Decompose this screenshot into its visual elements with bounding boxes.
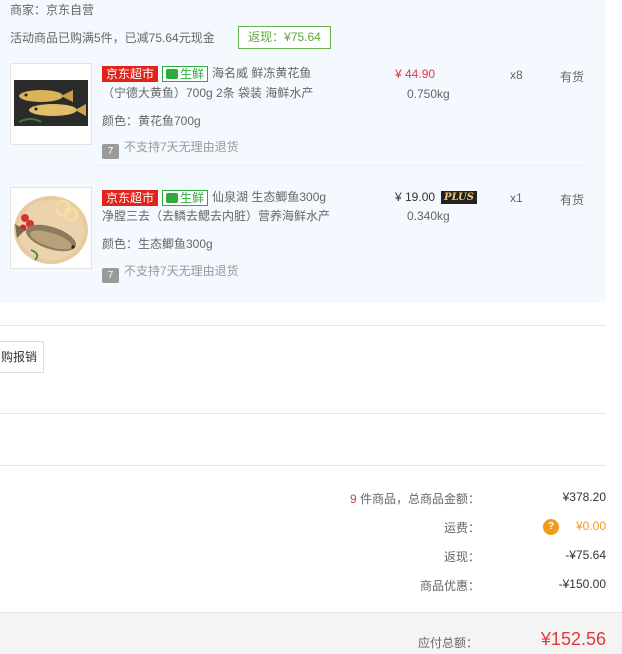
cashback-badge: 返现：¥75.64 xyxy=(238,26,331,49)
no-return-text: 不支持7天无理由退货 xyxy=(124,264,239,278)
product-quantity: x8 xyxy=(510,68,523,82)
goods-total-value: ¥378.20 xyxy=(562,490,606,504)
stock-status: 有货 xyxy=(560,193,585,207)
no-return-notice: 7 不支持7天无理由退货 xyxy=(102,262,239,283)
product-title-line1: 仙泉湖 生态鲫鱼300g xyxy=(212,190,327,204)
goods-total-row: 9 件商品，总商品金额： ¥378.20 xyxy=(0,490,606,510)
product-quantity: x1 xyxy=(510,191,523,205)
product-price: ¥ 19.00 PLUS xyxy=(395,190,477,204)
merchant-label: 商家：京东自营 xyxy=(10,3,95,17)
cashback-row: 返现： -¥75.64 xyxy=(0,548,606,568)
fresh-tag: 生鲜 xyxy=(162,189,209,206)
product-title-line1: 海名威 鲜冻黄花鱼 xyxy=(212,66,312,80)
payable-total-bar: 应付总额： ¥152.56 xyxy=(0,612,622,654)
no-return-notice: 7 不支持7天无理由退货 xyxy=(102,138,239,159)
product-spec: 颜色：生态鲫鱼300g xyxy=(102,237,213,251)
freight-row: 运费： ? ¥0.00 xyxy=(0,519,606,539)
invoice-button[interactable]: 购报销 xyxy=(0,341,44,373)
item-count: 9 xyxy=(349,492,357,506)
product-title[interactable]: 京东超市 生鲜 仙泉湖 生态鲫鱼300g xyxy=(102,187,352,207)
no-return-text: 不支持7天无理由退货 xyxy=(124,140,239,154)
product-price-value: ¥ 19.00 xyxy=(395,190,436,204)
section-divider xyxy=(0,325,606,326)
section-divider xyxy=(0,413,606,414)
jd-supermarket-tag: 京东超市 xyxy=(102,189,159,206)
fresh-tag: 生鲜 xyxy=(162,65,209,82)
no-return-icon: 7 xyxy=(102,144,119,159)
no-return-icon: 7 xyxy=(102,268,119,283)
freight-value: ¥0.00 xyxy=(575,519,606,533)
discount-label: 商品优惠： xyxy=(419,579,480,593)
help-icon[interactable]: ? xyxy=(543,519,559,535)
order-checkout-page: 商家：京东自营 活动商品已购满5件，已减75.64元现金 返现：¥75.64 京… xyxy=(0,0,622,654)
fish-icon xyxy=(166,68,179,79)
product-weight: 0.750kg xyxy=(407,87,450,101)
fresh-tag-label: 生鲜 xyxy=(180,190,205,205)
product-title-line2[interactable]: （宁德大黄鱼）700g 2条 袋装 海鲜水产 xyxy=(102,83,352,103)
payable-total-value: ¥152.56 xyxy=(540,629,606,649)
payable-total-label: 应付总额： xyxy=(417,636,478,650)
cashback-value: -¥75.64 xyxy=(565,548,606,562)
discount-row: 商品优惠： -¥150.00 xyxy=(0,577,606,597)
discount-value: -¥150.00 xyxy=(558,577,606,591)
fish-icon xyxy=(166,192,179,203)
product-title-line2[interactable]: 净膛三去（去鳞去鳃去内脏）营养海鲜水产 xyxy=(102,206,352,226)
fresh-tag-label: 生鲜 xyxy=(180,66,205,81)
product-thumbnail-crucian-carp[interactable] xyxy=(10,187,92,269)
product-price: ¥ 44.90 xyxy=(395,67,436,81)
section-divider xyxy=(0,465,606,466)
product-item: 京东超市 生鲜 仙泉湖 生态鲫鱼300g 净膛三去（去鳞去鳃去内脏）营养海鲜水产 颜… xyxy=(10,187,596,287)
item-divider xyxy=(98,165,586,166)
order-items-panel: 商家：京东自营 活动商品已购满5件，已减75.64元现金 返现：¥75.64 京… xyxy=(0,0,606,303)
stock-status: 有货 xyxy=(560,70,585,84)
goods-total-label: 9 件商品，总商品金额： xyxy=(349,492,480,506)
product-title[interactable]: 京东超市 生鲜 海名威 鲜冻黄花鱼 xyxy=(102,63,352,83)
promo-text: 活动商品已购满5件，已减75.64元现金 xyxy=(10,31,215,45)
plus-member-badge: PLUS xyxy=(441,191,477,204)
product-spec: 颜色：黄花鱼700g xyxy=(102,114,201,128)
product-thumbnail-yellow-croaker[interactable] xyxy=(10,63,92,145)
product-weight: 0.340kg xyxy=(407,209,450,223)
jd-supermarket-tag: 京东超市 xyxy=(102,65,159,82)
product-item: 京东超市 生鲜 海名威 鲜冻黄花鱼 （宁德大黄鱼）700g 2条 袋装 海鲜水产 颜… xyxy=(10,63,596,166)
freight-label: 运费： xyxy=(443,521,480,535)
cashback-label: 返现： xyxy=(443,550,480,564)
